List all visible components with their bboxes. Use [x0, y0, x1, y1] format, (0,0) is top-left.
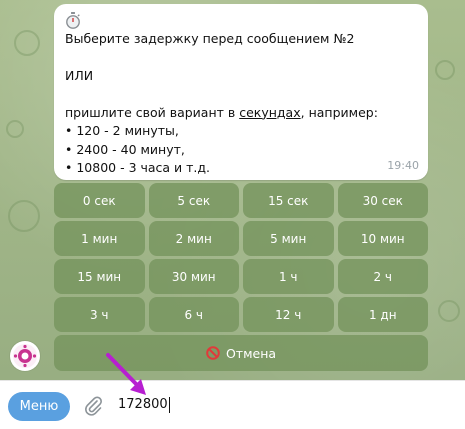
keyboard-row: Отмена — [54, 335, 428, 371]
inline-keyboard: 0 сек 5 сек 15 сек 30 сек 1 мин 2 мин 5 … — [54, 183, 428, 374]
no-entry-icon — [206, 346, 220, 360]
background-doodle — [435, 60, 455, 80]
paperclip-icon[interactable] — [82, 395, 104, 417]
cancel-button[interactable]: Отмена — [54, 335, 428, 371]
message-line: ИЛИ — [65, 67, 94, 83]
message-line: • 120 - 2 минуты, — [65, 123, 179, 138]
message-text: пришлите свой вариант в — [65, 104, 240, 120]
message-composer: Меню 172800 — [0, 380, 465, 429]
delay-15-sec-button[interactable]: 15 сек — [243, 183, 334, 218]
bot-message: Выберите задержку перед сообщением №2 ИЛ… — [54, 4, 428, 180]
delay-10-min-button[interactable]: 10 мин — [337, 221, 428, 256]
message-time: 19:40 — [387, 158, 419, 172]
delay-15-min-button[interactable]: 15 мин — [54, 259, 145, 294]
delay-3-hour-button[interactable]: 3 ч — [54, 297, 145, 332]
cancel-label: Отмена — [225, 345, 277, 361]
avatar-logo — [13, 344, 37, 368]
delay-30-min-button[interactable]: 30 мин — [148, 259, 239, 294]
seconds-link[interactable]: секундах — [239, 105, 300, 120]
message-text: , например: — [300, 104, 378, 120]
delay-0-sec-button[interactable]: 0 сек — [54, 183, 145, 218]
text-caret — [168, 396, 170, 413]
message-line: Выберите задержку перед сообщением №2 — [65, 30, 355, 46]
delay-12-hour-button[interactable]: 12 ч — [243, 297, 334, 332]
background-doodle — [8, 200, 40, 232]
delay-6-hour-button[interactable]: 6 ч — [148, 297, 239, 332]
keyboard-row: 1 мин 2 мин 5 мин 10 мин — [54, 221, 428, 256]
menu-button[interactable]: Меню — [8, 392, 70, 421]
delay-30-sec-button[interactable]: 30 сек — [337, 183, 428, 218]
delay-2-hour-button[interactable]: 2 ч — [337, 259, 428, 294]
stopwatch-icon — [65, 11, 81, 29]
delay-1-day-button[interactable]: 1 дн — [337, 297, 428, 332]
delay-2-min-button[interactable]: 2 мин — [148, 221, 239, 256]
message-input-value: 172800 — [118, 397, 168, 412]
delay-1-hour-button[interactable]: 1 ч — [243, 259, 334, 294]
message-line — [65, 48, 417, 67]
delay-5-sec-button[interactable]: 5 сек — [148, 183, 239, 218]
bot-avatar[interactable] — [10, 341, 40, 371]
keyboard-row: 0 сек 5 сек 15 сек 30 сек — [54, 183, 428, 218]
message-line — [65, 85, 417, 104]
message-line: • 2400 - 40 минут, — [65, 141, 185, 157]
keyboard-row: 15 мин 30 мин 1 ч 2 ч — [54, 259, 428, 294]
delay-5-min-button[interactable]: 5 мин — [243, 221, 334, 256]
keyboard-row: 3 ч 6 ч 12 ч 1 дн — [54, 297, 428, 332]
message-line: • 10800 - 3 часа и т.д. — [65, 160, 211, 175]
background-doodle — [438, 300, 460, 322]
background-doodle — [6, 120, 24, 138]
background-doodle — [14, 30, 40, 56]
message-input[interactable]: 172800 — [118, 394, 170, 416]
delay-1-min-button[interactable]: 1 мин — [54, 221, 145, 256]
